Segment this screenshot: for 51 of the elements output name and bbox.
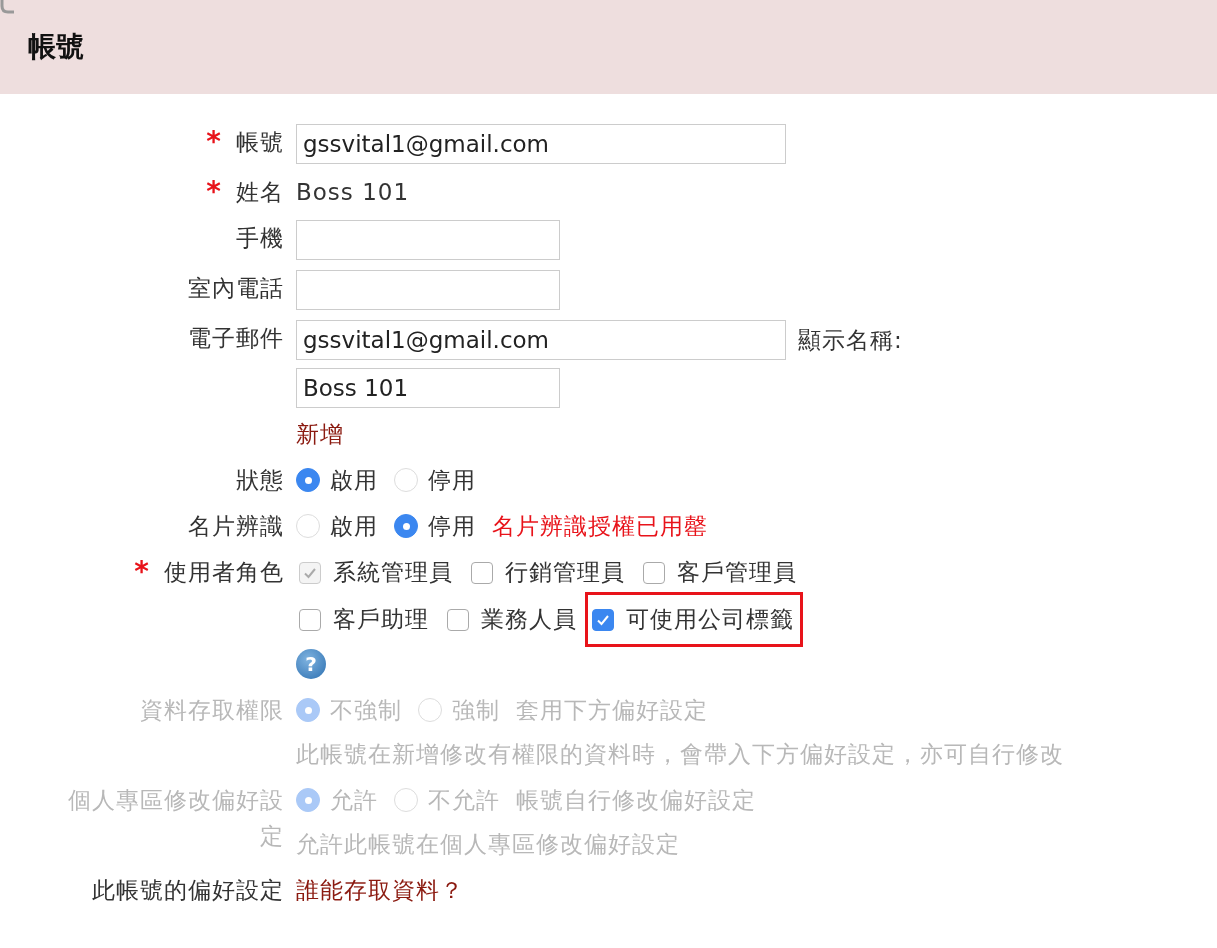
checkbox[interactable]: [592, 608, 614, 631]
page-title: 帳號: [28, 29, 84, 65]
field-label: 使用者角色: [164, 558, 284, 587]
tab-corner-icon: [0, 0, 14, 14]
radio-button[interactable]: [394, 514, 418, 538]
field-label: 電子郵件: [188, 324, 284, 353]
option-label: 啟用: [330, 511, 378, 541]
field-label: 此帳號的偏好設定: [92, 876, 284, 905]
checkbox[interactable]: [471, 561, 493, 584]
option-label: 客戶管理員: [677, 558, 797, 587]
required-mark: *: [206, 124, 222, 160]
option-label: 不允許: [428, 785, 500, 815]
option-label: 系統管理員: [333, 558, 453, 587]
required-mark: *: [134, 554, 150, 590]
option-label: 不強制: [330, 695, 402, 725]
option-label: 行銷管理員: [505, 558, 625, 587]
required-mark: *: [206, 174, 222, 210]
text-field[interactable]: [296, 270, 560, 310]
add-link[interactable]: 新增: [296, 418, 344, 450]
hint-text: 允許此帳號在個人專區修改偏好設定: [296, 829, 680, 859]
field-label: 個人專區修改偏好設定: [67, 786, 284, 851]
warning-text: 名片辨識授權已用罄: [492, 511, 708, 541]
field-label: 顯示名稱:: [798, 325, 903, 355]
radio-button[interactable]: [296, 468, 320, 492]
field-label: 狀態: [236, 466, 284, 495]
text-field[interactable]: Boss 101: [296, 368, 560, 408]
option-label: 客戶助理: [333, 605, 429, 634]
option-label: 允許: [330, 785, 378, 815]
option-description: 帳號自行修改偏好設定: [516, 785, 756, 815]
checkbox[interactable]: [447, 608, 469, 631]
option-label: 停用: [428, 511, 476, 541]
option-label: 啟用: [330, 465, 378, 495]
field-label: 名片辨識: [188, 512, 284, 541]
text-field[interactable]: [296, 220, 560, 260]
option-label: 可使用公司標籤: [626, 605, 794, 634]
option-label: 停用: [428, 465, 476, 495]
field-value: Boss 101: [296, 179, 410, 205]
option-label: 強制: [452, 695, 500, 725]
field-label: 資料存取權限: [140, 696, 284, 725]
field-label: 姓名: [236, 178, 284, 207]
text-field[interactable]: gssvital1@gmail.com: [296, 320, 786, 360]
field-label: 帳號: [236, 128, 284, 157]
text-field[interactable]: gssvital1@gmail.com: [296, 124, 786, 164]
option-description: 套用下方偏好設定: [516, 695, 708, 725]
help-link[interactable]: 誰能存取資料？: [296, 874, 464, 906]
option-label: 業務人員: [481, 605, 577, 634]
hint-text: 此帳號在新增修改有權限的資料時，會帶入下方偏好設定，亦可自行修改: [296, 739, 1064, 769]
field-label: 手機: [236, 224, 284, 253]
checkbox[interactable]: [643, 561, 665, 584]
checkbox[interactable]: [299, 608, 321, 631]
field-label: 室內電話: [188, 274, 284, 303]
